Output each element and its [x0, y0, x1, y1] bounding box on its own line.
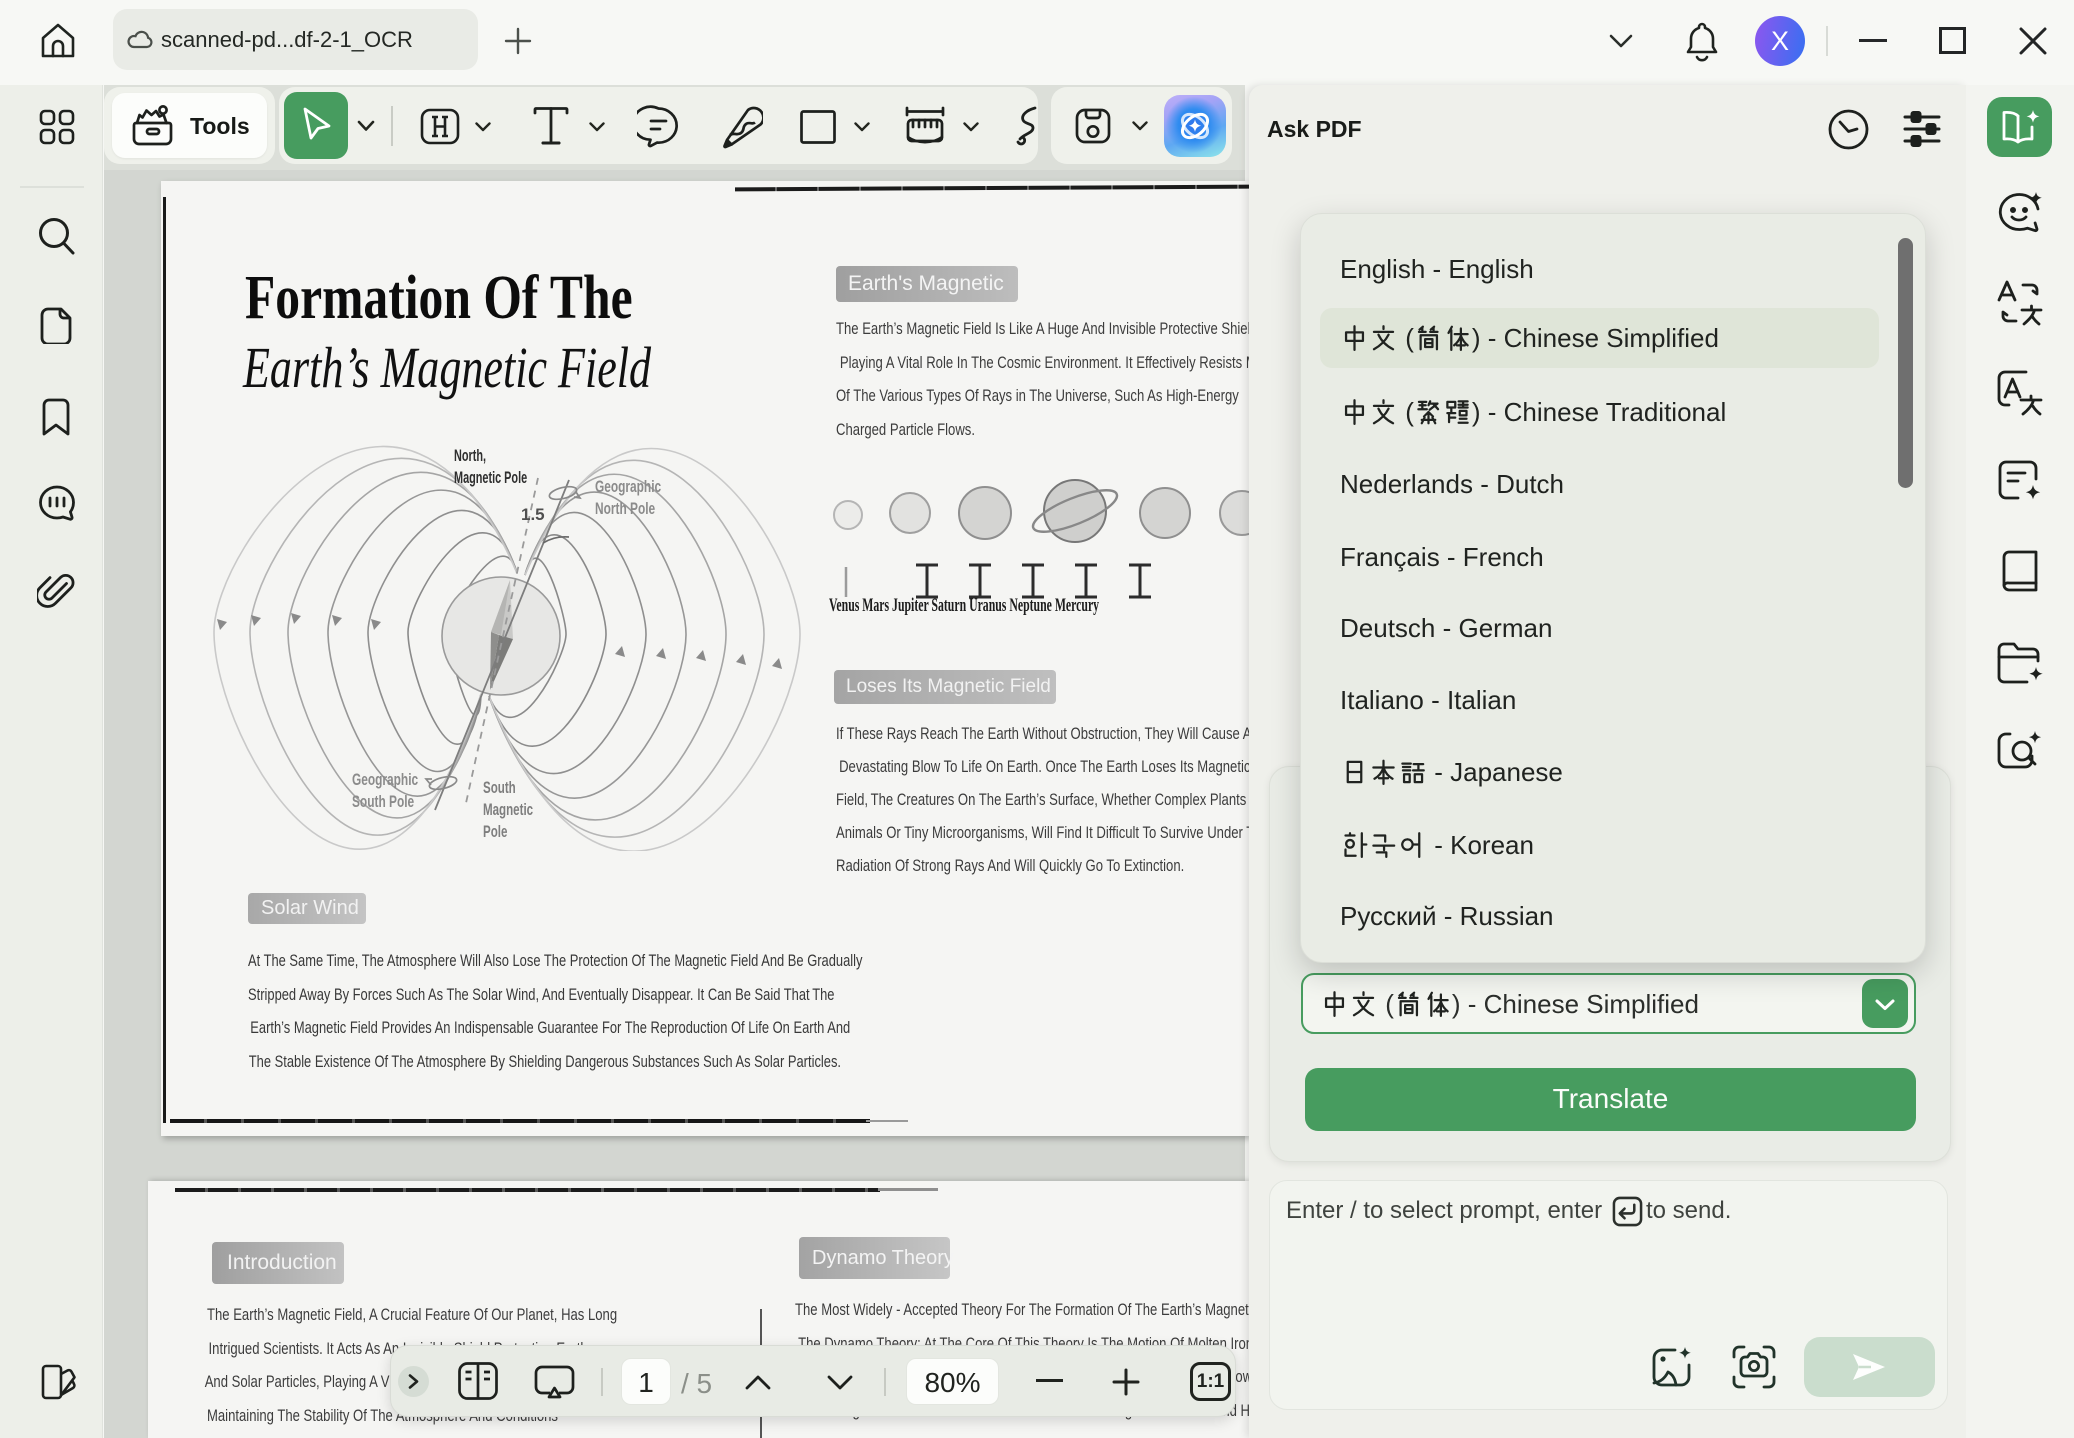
svg-text:1.5: 1.5: [521, 505, 545, 524]
